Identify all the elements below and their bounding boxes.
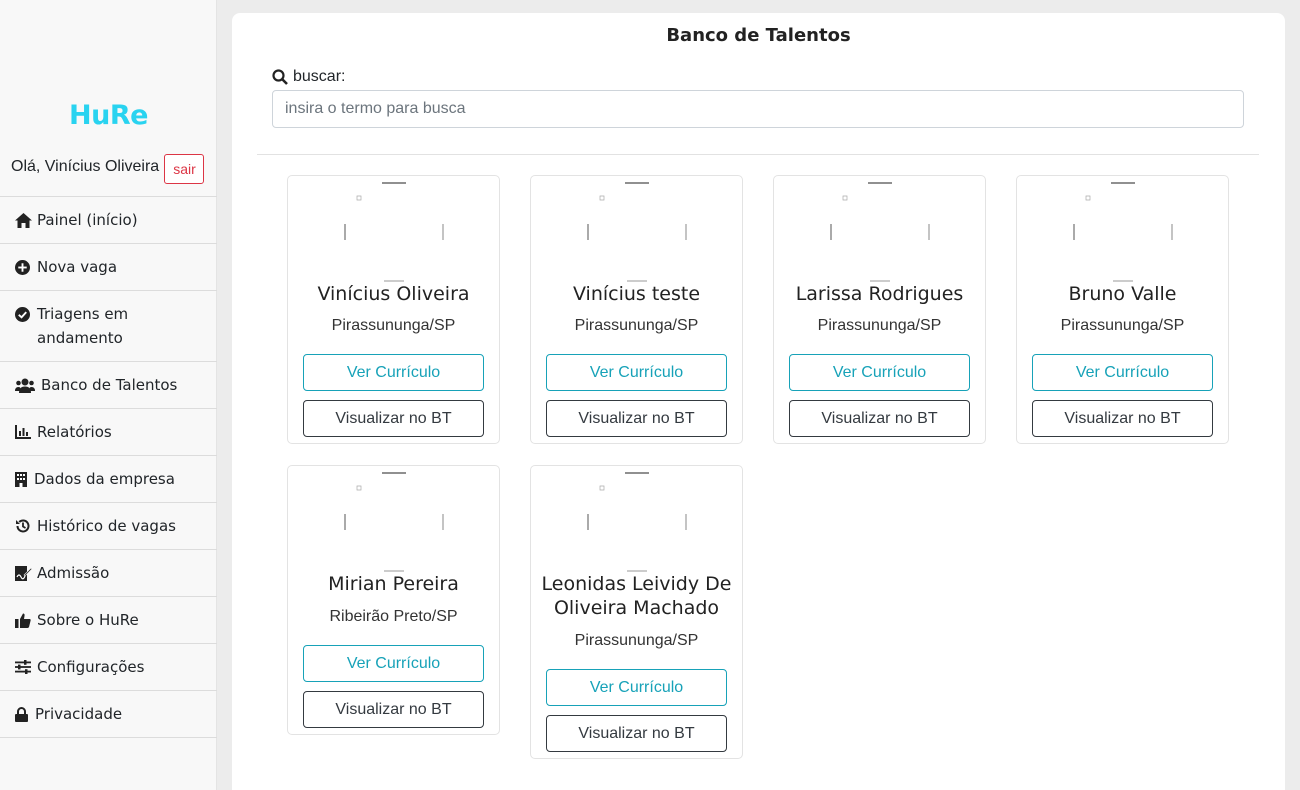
view-in-bt-button[interactable]: Visualizar no BT	[303, 400, 484, 437]
sidebar-item-banco-talentos[interactable]: Banco de Talentos	[0, 362, 217, 409]
search-label-text: buscar:	[293, 68, 346, 85]
building-icon	[15, 467, 30, 491]
candidate-avatar	[1073, 182, 1173, 282]
sidebar-item-label: Histórico de vagas	[37, 517, 176, 535]
signature-icon	[15, 561, 33, 585]
sidebar-item-privacidade[interactable]: Privacidade	[0, 691, 217, 738]
sliders-icon	[15, 655, 33, 679]
sidebar-item-label: Relatórios	[37, 423, 112, 441]
sidebar-item-label: Dados da empresa	[34, 470, 175, 488]
home-icon	[15, 208, 33, 232]
check-circle-icon	[15, 302, 33, 326]
candidate-city: Pirassununga/SP	[574, 632, 699, 649]
sidebar-item-historico[interactable]: Histórico de vagas	[0, 503, 217, 550]
candidate-name: Vinícius Oliveira	[317, 283, 470, 305]
candidate-card: Bruno Valle Pirassununga/SP Ver Currícul…	[1016, 175, 1229, 444]
candidate-card: Larissa Rodrigues Pirassununga/SP Ver Cu…	[773, 175, 986, 444]
sidebar-item-label: Privacidade	[35, 705, 123, 723]
view-in-bt-button[interactable]: Visualizar no BT	[789, 400, 970, 437]
view-in-bt-button[interactable]: Visualizar no BT	[546, 715, 727, 752]
candidate-card: Vinícius teste Pirassununga/SP Ver Currí…	[530, 175, 743, 444]
search-label: buscar:	[272, 68, 345, 86]
sidebar-item-admissao[interactable]: Admissão	[0, 550, 217, 597]
candidate-name: Vinícius teste	[572, 283, 701, 305]
view-resume-button[interactable]: Ver Currículo	[1032, 354, 1213, 391]
search-input[interactable]	[272, 90, 1244, 128]
candidate-avatar	[830, 182, 930, 282]
sidebar-item-label: Banco de Talentos	[41, 376, 178, 394]
sidebar-item-triagens[interactable]: Triagens em andamento	[0, 291, 217, 362]
sidebar-item-dados-empresa[interactable]: Dados da empresa	[0, 456, 217, 503]
candidate-card: Leonidas Leividy De Oliveira Machado Pir…	[530, 465, 743, 759]
view-resume-button[interactable]: Ver Currículo	[789, 354, 970, 391]
candidate-city: Ribeirão Preto/SP	[329, 608, 458, 625]
view-in-bt-button[interactable]: Visualizar no BT	[546, 400, 727, 437]
main-panel: Banco de Talentos buscar: Vinícius Olive…	[232, 13, 1285, 790]
candidate-avatar	[344, 472, 444, 572]
candidate-city: Pirassununga/SP	[331, 317, 456, 334]
candidate-name: Leonidas Leividy De Oliveira Machado	[541, 573, 732, 619]
sidebar: HuRe Olá, Vinícius Oliveira sair Painel …	[0, 0, 217, 790]
candidate-avatar	[587, 182, 687, 282]
sidebar-item-label: Configurações	[37, 658, 145, 676]
sidebar-item-label: Painel (início)	[37, 211, 138, 229]
user-greeting: Olá, Vinícius Oliveira	[11, 158, 160, 175]
sidebar-item-painel[interactable]: Painel (início)	[0, 197, 217, 244]
sidebar-item-nova-vaga[interactable]: Nova vaga	[0, 244, 217, 291]
view-resume-button[interactable]: Ver Currículo	[303, 354, 484, 391]
candidate-name: Bruno Valle	[1068, 283, 1177, 305]
page-title: Banco de Talentos	[666, 25, 851, 46]
sidebar-item-label: Nova vaga	[37, 258, 118, 276]
candidate-name: Larissa Rodrigues	[795, 283, 964, 305]
sidebar-item-label: Triagens em andamento	[37, 305, 129, 347]
chart-icon	[15, 420, 33, 444]
thumbs-up-icon	[15, 608, 33, 632]
lock-icon	[15, 702, 31, 726]
view-in-bt-button[interactable]: Visualizar no BT	[1032, 400, 1213, 437]
user-greeting-row: Olá, Vinícius Oliveira sair	[11, 154, 204, 184]
view-resume-button[interactable]: Ver Currículo	[546, 354, 727, 391]
sidebar-item-configuracoes[interactable]: Configurações	[0, 644, 217, 691]
history-icon	[15, 514, 33, 538]
users-icon	[15, 373, 37, 397]
sidebar-item-sobre[interactable]: Sobre o HuRe	[0, 597, 217, 644]
sidebar-menu: Painel (início) Nova vaga Triagens em an…	[0, 196, 217, 738]
view-resume-button[interactable]: Ver Currículo	[303, 645, 484, 682]
candidate-card: Vinícius Oliveira Pirassununga/SP Ver Cu…	[287, 175, 500, 444]
app-logo[interactable]: HuRe	[0, 100, 217, 131]
candidate-card: Mirian Pereira Ribeirão Preto/SP Ver Cur…	[287, 465, 500, 735]
view-in-bt-button[interactable]: Visualizar no BT	[303, 691, 484, 728]
plus-circle-icon	[15, 255, 33, 279]
candidate-name: Mirian Pereira	[328, 573, 459, 595]
candidate-city: Pirassununga/SP	[1060, 317, 1185, 334]
sidebar-item-label: Sobre o HuRe	[37, 611, 139, 629]
search-icon	[272, 69, 288, 85]
sidebar-item-label: Admissão	[37, 564, 110, 582]
logout-button[interactable]: sair	[164, 154, 204, 184]
view-resume-button[interactable]: Ver Currículo	[546, 669, 727, 706]
sidebar-item-relatorios[interactable]: Relatórios	[0, 409, 217, 456]
candidate-avatar	[344, 182, 444, 282]
candidate-avatar	[587, 472, 687, 572]
candidate-city: Pirassununga/SP	[817, 317, 942, 334]
candidate-city: Pirassununga/SP	[574, 317, 699, 334]
divider	[257, 154, 1259, 155]
